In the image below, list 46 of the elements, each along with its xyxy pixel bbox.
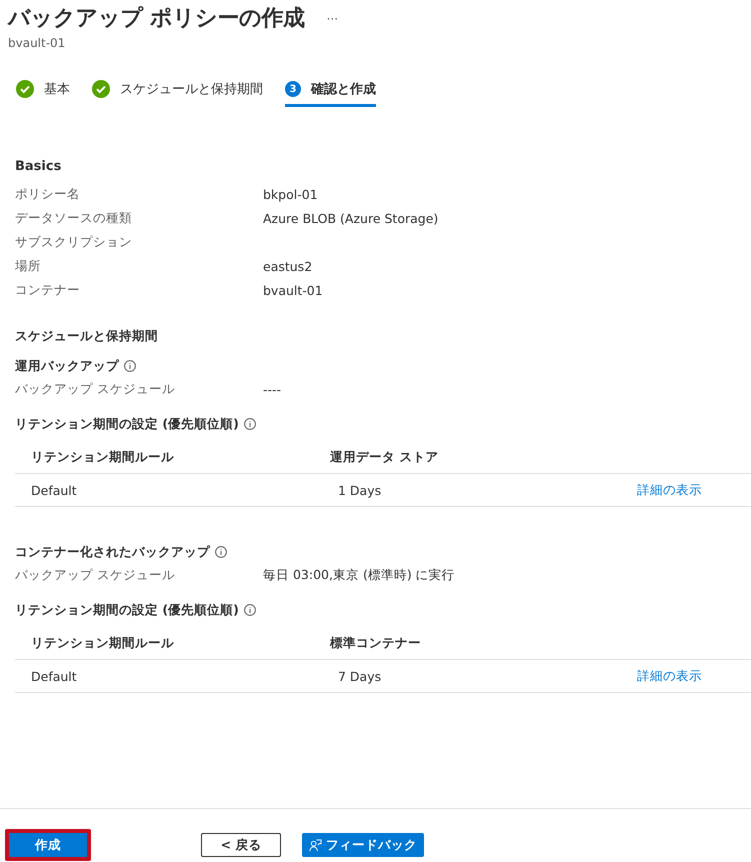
- details-link[interactable]: 詳細の表示: [637, 482, 702, 498]
- table-cell-text: 1 Days: [338, 482, 382, 498]
- create-button[interactable]: 作成: [5, 829, 91, 861]
- feedback-icon: [309, 838, 322, 852]
- field-value: ----: [263, 382, 282, 396]
- table-cell-text: 7 Days: [338, 668, 382, 684]
- info-icon[interactable]: [124, 360, 136, 372]
- field-label: ポリシー名: [15, 186, 81, 202]
- field-label: コンテナー: [15, 282, 81, 298]
- page-title: バックアップ ポリシーの作成: [8, 5, 305, 33]
- info-icon[interactable]: [215, 546, 227, 558]
- field-label: サブスクリプション: [15, 234, 133, 250]
- column-header: 運用データ ストア: [330, 448, 440, 466]
- retention-title: リテンション期間の設定 (優先順位順): [15, 602, 239, 618]
- table-cell-text: Default: [31, 482, 78, 498]
- field-value: 毎日 03:00,東京 (標準時) に実行: [263, 566, 455, 584]
- back-button[interactable]: < 戻る: [201, 833, 281, 857]
- group-title: コンテナー化されたバックアップ: [15, 544, 210, 560]
- section-title: Basics: [15, 159, 62, 174]
- field-label: バックアップ スケジュール: [15, 380, 176, 398]
- check-icon: [92, 80, 110, 98]
- field-label: 場所: [15, 258, 42, 274]
- field-value: Azure BLOB (Azure Storage): [263, 210, 438, 226]
- check-icon: [16, 80, 34, 98]
- more-button[interactable]: ···: [326, 12, 338, 26]
- info-icon[interactable]: [244, 418, 256, 430]
- feedback-button[interactable]: フィードバック: [302, 833, 424, 857]
- wizard-step[interactable]: 3 確認と作成: [285, 80, 376, 107]
- table-cell-text: Default: [31, 668, 78, 684]
- column-header: リテンション期間ルール: [31, 448, 175, 466]
- column-header: 標準コンテナー: [330, 634, 422, 652]
- retention-title: リテンション期間の設定 (優先順位順): [15, 416, 239, 432]
- field-label: データソースの種類: [15, 210, 133, 226]
- field-value: eastus2: [263, 258, 312, 274]
- details-link[interactable]: 詳細の表示: [637, 668, 702, 684]
- wizard-step[interactable]: スケジュールと保持期間: [92, 80, 263, 107]
- field-value: bvault-01: [263, 282, 323, 298]
- field-value: bkpol-01: [263, 186, 318, 202]
- step-number: 3: [285, 81, 301, 97]
- field-label: バックアップ スケジュール: [15, 566, 176, 584]
- section-title: スケジュールと保持期間: [15, 328, 159, 345]
- column-header: リテンション期間ルール: [31, 634, 175, 652]
- info-icon[interactable]: [244, 604, 256, 616]
- group-title: 運用バックアップ: [15, 358, 119, 374]
- vault-name: bvault-01: [8, 36, 66, 50]
- wizard-step[interactable]: 基本: [16, 80, 70, 107]
